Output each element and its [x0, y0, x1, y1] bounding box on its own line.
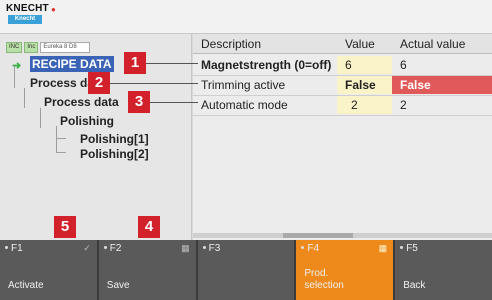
- tree-pane: INC Inc Eureka 8 D8 ➜ RECIPE DATA Proces…: [0, 34, 192, 240]
- tree-item-polishing-2[interactable]: Polishing[2]: [80, 147, 149, 161]
- status-dot-icon: [202, 246, 206, 249]
- fkey-f3[interactable]: F3: [197, 240, 295, 300]
- arrow-right-icon: ➜: [12, 60, 22, 72]
- status-dot-icon: [5, 246, 8, 249]
- row-2-value[interactable]: False: [337, 76, 392, 94]
- tree-connector: [56, 152, 66, 153]
- fkey-label: F2: [109, 243, 122, 254]
- function-key-bar: F1 ✓ Activate F2 ▦ Save F3 F4 ▦ Prod. se…: [0, 240, 492, 300]
- tree-item-process-data-2[interactable]: Process data: [44, 95, 119, 109]
- selection-icon: ▦: [378, 243, 388, 253]
- fkey-f4-prod-selection[interactable]: F4 ▦ Prod. selection: [296, 240, 394, 300]
- fkey-label: F1: [11, 243, 23, 254]
- marker-2-leader: [110, 83, 198, 84]
- callout-marker-1: 1: [124, 52, 146, 74]
- fkey-caption: Activate: [8, 280, 44, 291]
- brand-logo: KNECHT ● Knecht: [6, 3, 56, 25]
- toolbar-field[interactable]: Eureka 8 D8: [40, 41, 91, 53]
- callout-marker-4: 4: [138, 216, 160, 238]
- toolbar-button-b[interactable]: Inc: [24, 41, 39, 53]
- fkey-label: F3: [208, 243, 221, 254]
- tree-toolbar: INC Inc Eureka 8 D8: [6, 41, 91, 53]
- parameter-table: Description Value Actual value Magnetstr…: [193, 34, 492, 240]
- tree-connector: [40, 108, 41, 128]
- row-2-actual: False: [392, 76, 492, 94]
- callout-marker-2: 2: [88, 72, 110, 94]
- save-icon: ▦: [181, 243, 190, 253]
- row-1-value[interactable]: 6: [337, 56, 392, 74]
- tree-item-polishing[interactable]: Polishing: [60, 114, 114, 128]
- toolbar-button-a[interactable]: INC: [6, 41, 23, 53]
- brand-name: KNECHT: [6, 3, 49, 14]
- callout-marker-5: 5: [54, 216, 76, 238]
- row-3-actual: 2: [400, 98, 407, 112]
- marker-1-leader: [140, 63, 198, 64]
- column-header-actual[interactable]: Actual value: [392, 34, 492, 54]
- tree-connector: [56, 126, 57, 152]
- tree-connector: [56, 138, 66, 139]
- tree-item-arrow: ➜: [12, 58, 21, 72]
- status-dot-icon: [103, 246, 107, 249]
- fkey-caption: Back: [403, 280, 426, 291]
- row-1-description: Magnetstrength (0=off): [201, 58, 332, 72]
- fkey-f2-save[interactable]: F2 ▦ Save: [98, 240, 196, 300]
- column-header-description[interactable]: Description: [193, 34, 337, 54]
- marker-3-leader: [150, 102, 198, 103]
- tree-item-polishing-1[interactable]: Polishing[1]: [80, 132, 149, 146]
- status-dot-icon: [301, 246, 305, 249]
- checkmark-icon: ✓: [83, 243, 91, 253]
- row-2-description: Trimming active: [201, 78, 286, 92]
- callout-marker-3: 3: [128, 91, 150, 113]
- column-header-value[interactable]: Value: [337, 34, 392, 54]
- fkey-caption: Save: [106, 280, 130, 291]
- tree-item-recipe-data[interactable]: RECIPE DATA: [30, 56, 114, 72]
- fkey-caption: Prod. selection: [304, 268, 344, 291]
- logo-dot-icon: ●: [51, 5, 56, 14]
- row-3-value[interactable]: 2: [337, 96, 392, 114]
- fkey-f5-back[interactable]: F5 Back: [395, 240, 492, 300]
- brand-badge: Knecht: [8, 15, 42, 24]
- fkey-f1-activate[interactable]: F1 ✓ Activate: [0, 240, 97, 300]
- row-divider: [193, 115, 492, 116]
- row-1-actual: 6: [400, 58, 407, 72]
- header-bar: KNECHT ● Knecht: [0, 0, 492, 34]
- row-3-description: Automatic mode: [201, 98, 288, 112]
- scrollbar-thumb[interactable]: [283, 233, 353, 238]
- status-dot-icon: [400, 246, 404, 249]
- fkey-label: F4: [307, 243, 320, 254]
- horizontal-scrollbar[interactable]: [193, 233, 492, 238]
- tree-connector: [24, 88, 25, 108]
- fkey-label: F5: [406, 243, 418, 254]
